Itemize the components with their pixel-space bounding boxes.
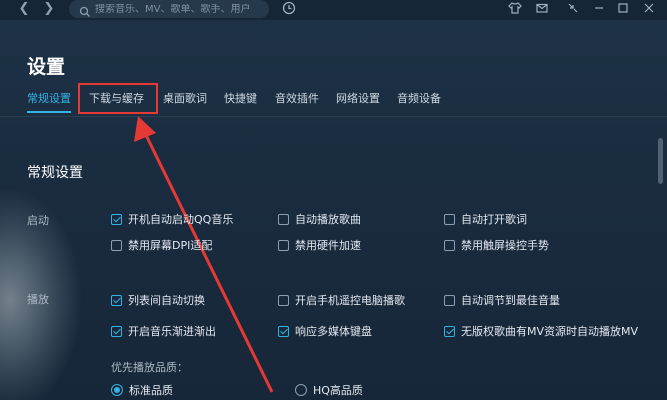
checkbox-icon (278, 239, 289, 251)
checkbox-icon (444, 325, 455, 337)
tabs-divider (0, 116, 667, 117)
close-icon[interactable] (641, 1, 657, 17)
checkbox-icon (111, 325, 122, 337)
checkbox-media-keys[interactable]: 响应多媒体键盘 (278, 323, 372, 339)
checkbox-icon (444, 294, 455, 306)
maximize-icon[interactable] (615, 1, 631, 17)
radio-standard-quality[interactable]: 标准品质 (111, 382, 173, 398)
search-icon (79, 3, 91, 17)
checkbox-auto-volume[interactable]: 自动调节到最佳音量 (444, 292, 560, 308)
checkbox-disable-dpi[interactable]: 禁用屏幕DPI适配 (111, 237, 212, 253)
active-tab-indicator (27, 111, 71, 113)
quality-label: 优先播放品质： (111, 361, 188, 374)
minimize-icon[interactable] (591, 1, 607, 17)
checkbox-autostart[interactable]: 开机自动启动QQ音乐 (111, 211, 233, 227)
checkbox-icon (444, 213, 455, 225)
page-title: 设置 (27, 56, 66, 78)
skin-icon[interactable] (507, 1, 523, 17)
tab-sound-effects[interactable]: 音效插件 (275, 90, 319, 106)
tab-shortcuts[interactable]: 快捷键 (224, 90, 257, 106)
checkbox-icon (278, 213, 289, 225)
checkbox-autoplay[interactable]: 自动播放歌曲 (278, 211, 361, 227)
checkbox-auto-mv[interactable]: 无版权歌曲有MV资源时自动播放MV (444, 323, 638, 339)
checkbox-icon (278, 294, 289, 306)
mini-mode-icon[interactable] (565, 1, 581, 17)
checkbox-icon (444, 239, 455, 251)
playback-label: 播放 (27, 293, 49, 306)
mail-icon[interactable] (534, 1, 550, 17)
back-icon[interactable]: ❮ (16, 1, 32, 17)
radio-icon (111, 384, 123, 396)
section-title: 常规设置 (27, 165, 83, 181)
scrollbar-thumb[interactable] (658, 138, 663, 184)
checkbox-phone-remote[interactable]: 开启手机遥控电脑播歌 (278, 292, 405, 308)
highlight-box (78, 83, 158, 114)
search-bar[interactable] (69, 0, 269, 18)
tab-audio-device[interactable]: 音频设备 (397, 90, 441, 106)
radio-hq-quality[interactable]: HQ高品质 (295, 382, 363, 398)
tab-general[interactable]: 常规设置 (27, 90, 71, 106)
startup-label: 启动 (27, 214, 49, 227)
checkbox-disable-touch[interactable]: 禁用触屏操控手势 (444, 237, 549, 253)
tab-desktop-lyrics[interactable]: 桌面歌词 (163, 90, 207, 106)
checkbox-auto-lyrics[interactable]: 自动打开歌词 (444, 211, 527, 227)
checkbox-disable-hw-accel[interactable]: 禁用硬件加速 (278, 237, 361, 253)
checkbox-fade[interactable]: 开启音乐渐进渐出 (111, 323, 216, 339)
checkbox-list-switch[interactable]: 列表间自动切换 (111, 292, 205, 308)
radio-icon (295, 384, 307, 396)
history-icon[interactable] (281, 1, 297, 17)
checkbox-icon (111, 239, 122, 251)
background (0, 0, 667, 400)
checkbox-icon (278, 325, 289, 337)
title-bar: ❮ ❯ (0, 0, 667, 20)
checkbox-icon (111, 213, 122, 225)
checkbox-icon (111, 294, 122, 306)
search-input[interactable] (95, 3, 265, 15)
tab-network[interactable]: 网络设置 (336, 90, 380, 106)
forward-icon[interactable]: ❯ (41, 1, 57, 17)
